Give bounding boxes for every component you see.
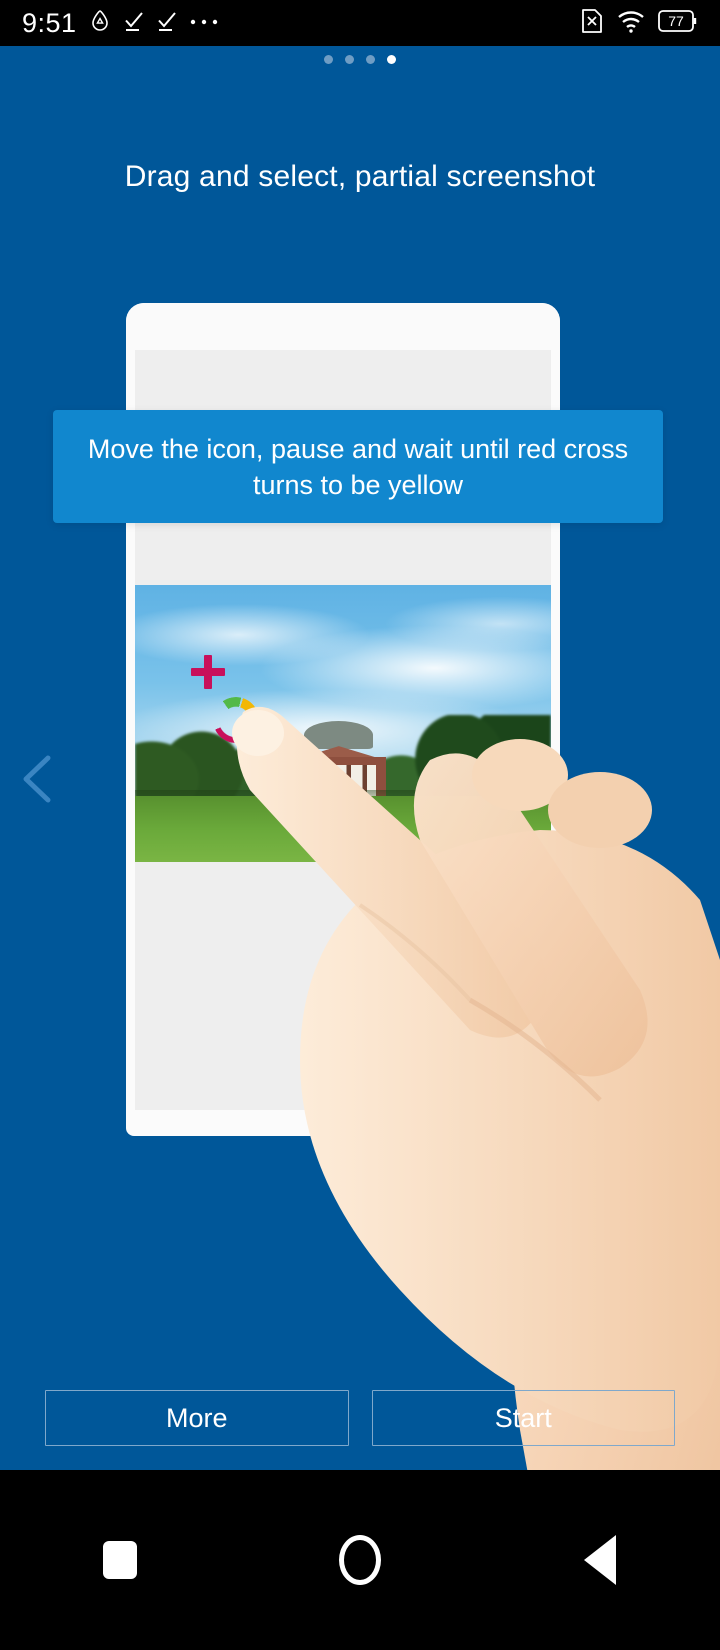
home-circle-icon xyxy=(339,1535,381,1585)
pager-dots[interactable] xyxy=(0,55,720,64)
back-button[interactable] xyxy=(480,1470,720,1650)
mock-top-strip xyxy=(126,303,560,350)
status-bar-clock: 9:51 xyxy=(22,7,77,38)
crosshair-plus-marker[interactable] xyxy=(191,655,225,689)
pager-dot-1[interactable] xyxy=(324,55,333,64)
recents-button[interactable] xyxy=(0,1470,240,1650)
check-download-icon xyxy=(156,10,178,37)
status-bar-right: 77 xyxy=(580,8,698,39)
instruction-tooltip-text: Move the icon, pause and wait until red … xyxy=(87,433,629,500)
home-button[interactable] xyxy=(240,1470,480,1650)
status-bar-left: 9:51 xyxy=(22,8,219,39)
battery-level-label: 77 xyxy=(668,12,684,29)
page-title: Drag and select, partial screenshot xyxy=(124,160,596,193)
start-button[interactable]: Start xyxy=(371,1390,675,1446)
back-triangle-icon xyxy=(584,1535,616,1585)
chevron-left-icon[interactable] xyxy=(14,752,60,806)
instruction-tooltip: Move the icon, pause and wait until red … xyxy=(53,410,663,523)
alert-triangle-icon xyxy=(88,9,112,38)
color-ring-marker[interactable] xyxy=(213,697,259,743)
battery-icon: 77 xyxy=(658,9,698,37)
pager-dot-4-active[interactable] xyxy=(387,55,396,64)
recents-square-icon xyxy=(103,1541,137,1579)
building-dome xyxy=(304,720,374,749)
wifi-icon xyxy=(617,9,645,38)
more-dots-icon xyxy=(189,14,219,32)
pager-dot-3[interactable] xyxy=(366,55,375,64)
photo-lawn xyxy=(135,795,551,862)
system-nav-bar xyxy=(0,1470,720,1650)
ring-segment-blue xyxy=(213,697,259,743)
sim-disabled-icon xyxy=(580,8,604,39)
footer-button-row: More Start xyxy=(0,1390,720,1446)
check-download-icon xyxy=(123,10,145,37)
status-bar: 9:51 77 xyxy=(0,0,720,46)
more-button[interactable]: More xyxy=(45,1390,349,1446)
pager-dot-2[interactable] xyxy=(345,55,354,64)
screenshot-preview-photo xyxy=(135,585,551,862)
